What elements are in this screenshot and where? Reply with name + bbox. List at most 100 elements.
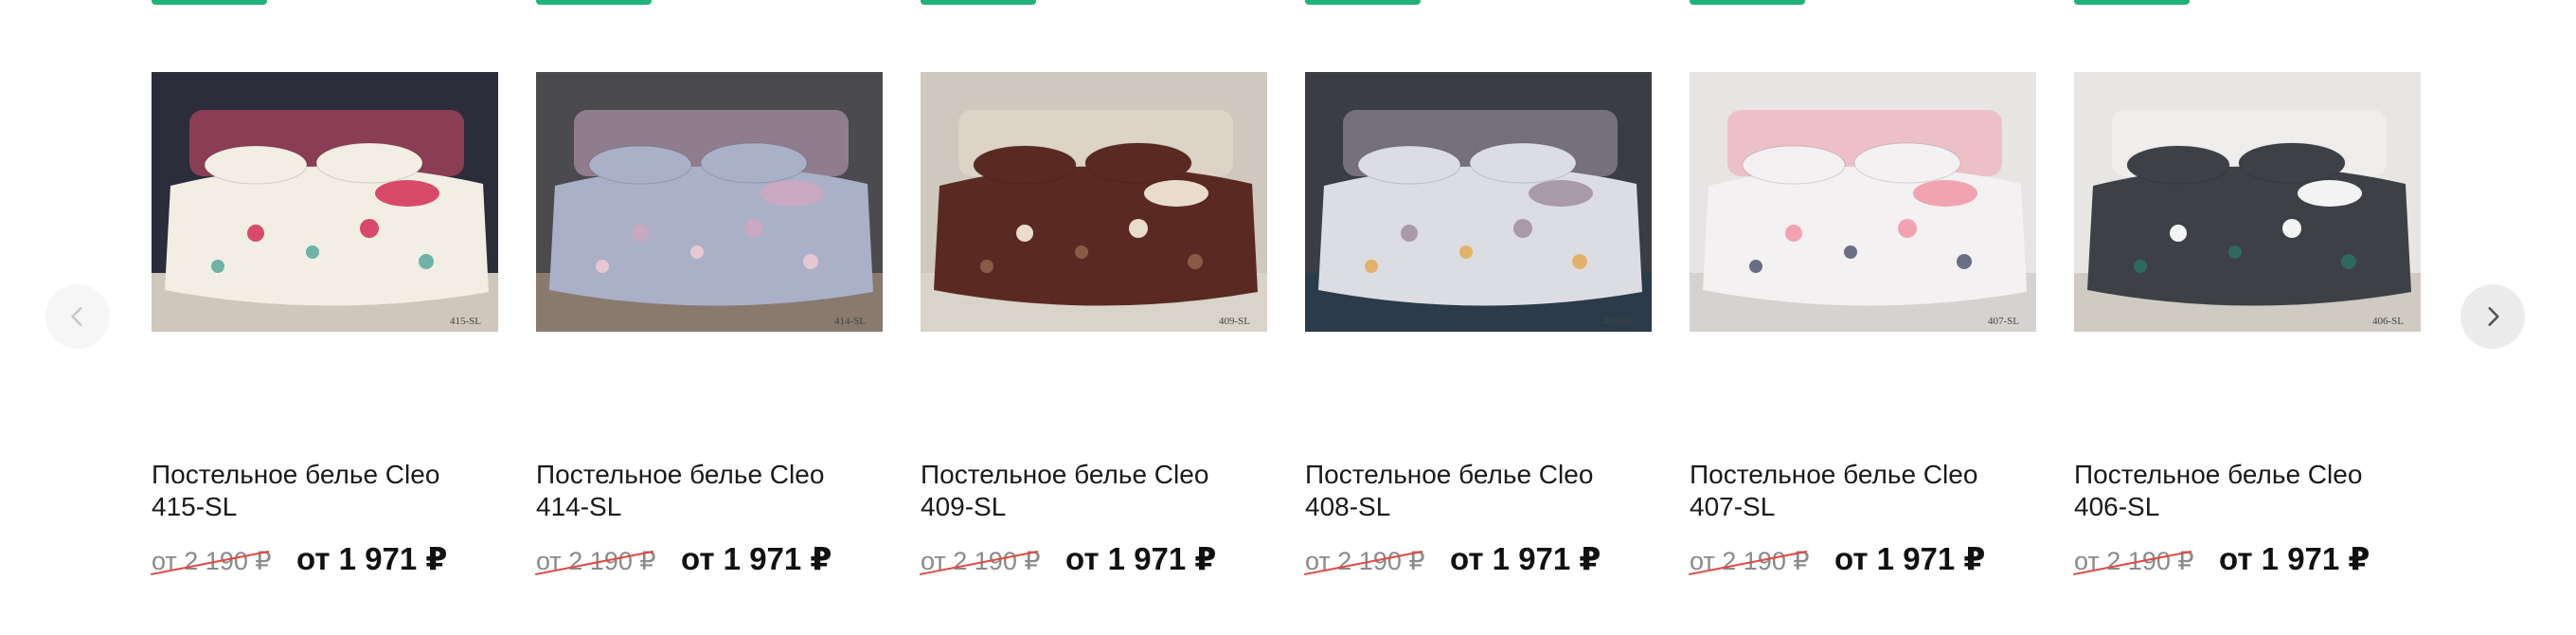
image-pattern-dot (1075, 245, 1088, 259)
image-duvet (1703, 166, 2027, 306)
old-price: от 2 190 ₽ (1688, 547, 1810, 576)
old-price: от 2 190 ₽ (150, 547, 272, 576)
current-price: от 1 971 ₽ (1065, 541, 1217, 576)
chevron-left-icon (71, 307, 82, 326)
product-title[interactable]: Постельное белье Cleo 408-SL (1305, 459, 1652, 523)
image-pattern-dot (2170, 225, 2187, 242)
promo-badge-strip (1690, 0, 1805, 5)
old-price: от 2 190 ₽ (2072, 547, 2194, 576)
image-pattern-dot (980, 260, 993, 273)
image-pattern-dot (419, 254, 434, 269)
image-caption: 407-SL (1988, 316, 2019, 327)
product-carousel: 415-SL Постельное белье Cleo 415-SL от 2… (0, 0, 2576, 635)
product-image[interactable]: 414-SL (536, 72, 883, 332)
carousel-next-button[interactable] (2460, 284, 2525, 349)
image-pattern-dot (1844, 245, 1857, 259)
current-price: от 1 971 ₽ (1450, 541, 1601, 576)
image-pattern-dot (1129, 219, 1148, 238)
promo-badge-strip (1305, 0, 1421, 5)
old-price: от 2 190 ₽ (1303, 547, 1425, 576)
image-pattern-dot (803, 254, 818, 269)
image-pillow-accent (375, 180, 439, 207)
image-pattern-dot (1188, 254, 1203, 269)
image-pillow-2 (1853, 142, 1961, 184)
image-pattern-dot (690, 245, 704, 259)
promo-badge-strip (152, 0, 267, 5)
product-title[interactable]: Постельное белье Cleo 406-SL (2074, 459, 2421, 523)
image-pillow-1 (973, 145, 1077, 185)
image-pillow-accent (2298, 180, 2362, 207)
image-pattern-dot (1459, 245, 1473, 259)
image-pattern-dot (2282, 219, 2301, 238)
price-row: от 2 190 ₽ от 1 971 ₽ (919, 540, 1267, 577)
image-pattern-dot (1898, 219, 1917, 238)
image-pattern-dot (1785, 225, 1802, 242)
product-image[interactable]: 406-SL (2074, 72, 2421, 332)
product-title[interactable]: Постельное белье Cleo 407-SL (1690, 459, 2036, 523)
image-pattern-dot (2134, 260, 2147, 273)
image-caption: 409-SL (1219, 316, 1250, 327)
image-pillow-2 (2238, 142, 2346, 184)
image-pattern-dot (1016, 225, 1033, 242)
carousel-prev-button[interactable] (45, 284, 110, 349)
product-image[interactable]: 415-SL (152, 72, 498, 332)
image-duvet (2087, 166, 2411, 306)
image-pillow-2 (700, 142, 808, 184)
image-pattern-dot (360, 219, 379, 238)
image-pattern-dot (1513, 219, 1532, 238)
product-title[interactable]: Постельное белье Cleo 414-SL (536, 459, 883, 523)
price-row: от 2 190 ₽ от 1 971 ₽ (534, 540, 883, 577)
image-pillow-accent (1913, 180, 1977, 207)
image-pattern-dot (1957, 254, 1972, 269)
image-pattern-dot (1401, 225, 1418, 242)
price-row: от 2 190 ₽ от 1 971 ₽ (150, 540, 498, 577)
image-caption: 408-SL (1603, 316, 1635, 327)
price-row: от 2 190 ₽ от 1 971 ₽ (2072, 540, 2421, 577)
image-pillow-1 (2126, 145, 2230, 185)
image-pattern-dot (1749, 260, 1762, 273)
image-pattern-dot (211, 260, 224, 273)
image-pillow-2 (315, 142, 423, 184)
product-image[interactable]: 407-SL (1690, 72, 2036, 332)
product-title[interactable]: Постельное белье Cleo 409-SL (921, 459, 1267, 523)
image-pattern-dot (1365, 260, 1378, 273)
product-image[interactable]: 409-SL (921, 72, 1267, 332)
price-row: от 2 190 ₽ от 1 971 ₽ (1688, 540, 2036, 577)
product-image[interactable]: 408-SL (1305, 72, 1652, 332)
image-pillow-1 (1742, 145, 1846, 185)
image-pillow-accent (760, 180, 824, 207)
promo-badge-strip (2074, 0, 2190, 5)
chevron-right-icon (2488, 307, 2499, 326)
image-pattern-dot (596, 260, 609, 273)
image-caption: 415-SL (450, 316, 481, 327)
current-price: от 1 971 ₽ (681, 541, 832, 576)
image-caption: 406-SL (2372, 316, 2404, 327)
current-price: от 1 971 ₽ (2219, 541, 2370, 576)
image-pattern-dot (744, 219, 763, 238)
image-duvet (934, 166, 1258, 306)
current-price: от 1 971 ₽ (1834, 541, 1986, 576)
image-pillow-2 (1469, 142, 1577, 184)
image-caption: 414-SL (834, 316, 866, 327)
promo-badge-strip (536, 0, 652, 5)
image-pattern-dot (306, 245, 319, 259)
current-price: от 1 971 ₽ (296, 541, 448, 576)
image-pillow-accent (1144, 180, 1208, 207)
promo-badge-strip (921, 0, 1036, 5)
old-price: от 2 190 ₽ (534, 547, 656, 576)
old-price: от 2 190 ₽ (919, 547, 1041, 576)
image-pattern-dot (2341, 254, 2356, 269)
image-pattern-dot (1572, 254, 1587, 269)
image-pattern-dot (2228, 245, 2242, 259)
image-duvet (165, 166, 489, 306)
image-pattern-dot (247, 225, 264, 242)
product-title[interactable]: Постельное белье Cleo 415-SL (152, 459, 498, 523)
image-pillow-2 (1084, 142, 1192, 184)
price-row: от 2 190 ₽ от 1 971 ₽ (1303, 540, 1652, 577)
image-pillow-accent (1529, 180, 1593, 207)
image-duvet (1318, 166, 1642, 306)
image-pillow-1 (1357, 145, 1461, 185)
image-pillow-1 (204, 145, 308, 185)
image-duvet (549, 166, 873, 306)
image-pillow-1 (588, 145, 692, 185)
